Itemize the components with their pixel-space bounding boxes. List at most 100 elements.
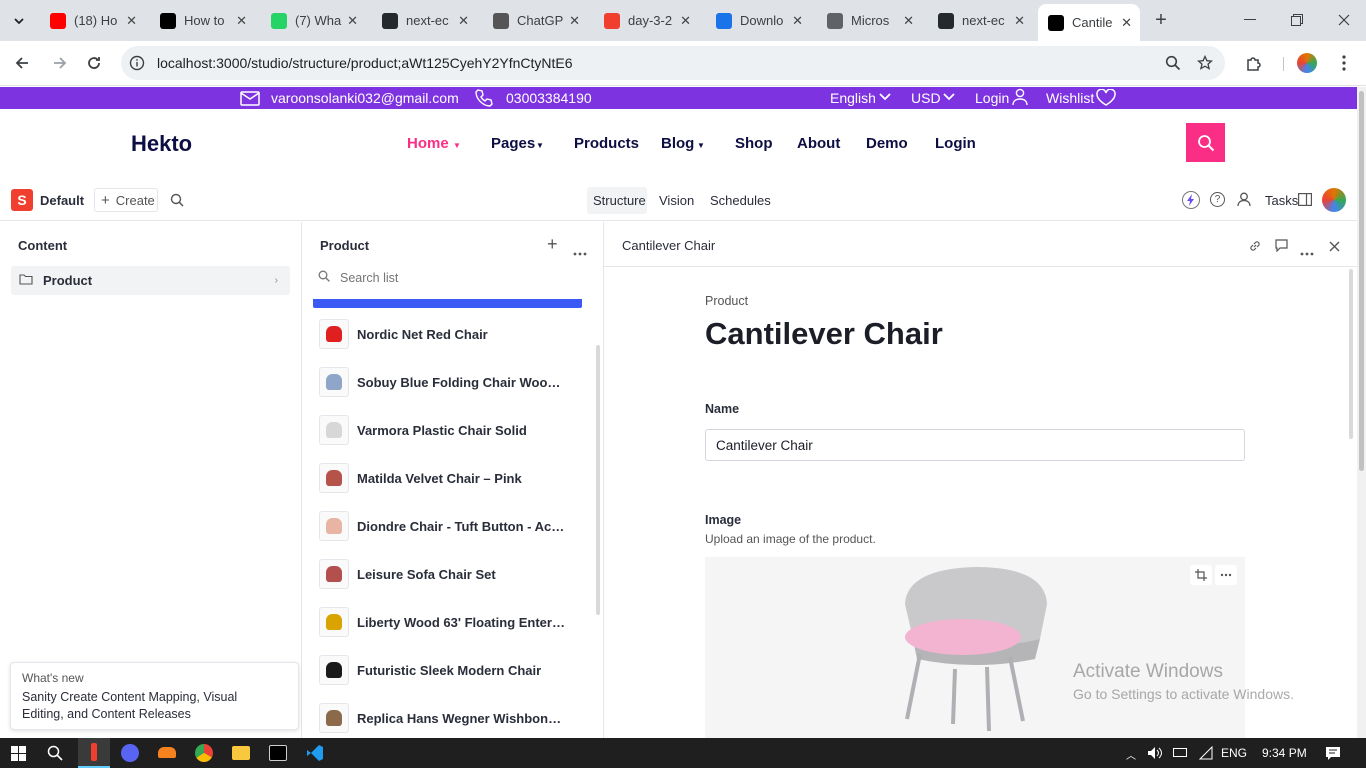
tasks-button[interactable]: Tasks bbox=[1265, 193, 1298, 208]
site-search-button[interactable] bbox=[1186, 123, 1225, 162]
chevron-down-icon[interactable] bbox=[879, 90, 891, 106]
nav-blog[interactable]: Blog bbox=[661, 135, 694, 152]
page-scrollbar-thumb[interactable] bbox=[1359, 91, 1364, 471]
list-item[interactable]: Replica Hans Wegner Wishbone Chair bbox=[319, 698, 581, 738]
browser-tab[interactable]: Micros ✕ bbox=[817, 6, 922, 35]
heart-icon[interactable] bbox=[1095, 88, 1117, 110]
list-search-input[interactable] bbox=[340, 271, 560, 285]
browser-tab[interactable]: Downlo ✕ bbox=[706, 6, 811, 35]
list-item[interactable]: Nordic Net Red Chair bbox=[319, 314, 581, 354]
nav-pages[interactable]: Pages bbox=[491, 135, 535, 152]
crop-button[interactable] bbox=[1190, 565, 1212, 585]
nav-shop[interactable]: Shop bbox=[735, 135, 773, 152]
close-icon[interactable] bbox=[1329, 239, 1340, 257]
sanity-logo-icon[interactable]: S bbox=[11, 189, 33, 211]
profile-avatar[interactable] bbox=[1297, 53, 1317, 73]
kebab-menu-icon[interactable] bbox=[1300, 243, 1314, 261]
terminal-icon[interactable] bbox=[269, 745, 287, 761]
list-search-field[interactable] bbox=[313, 266, 583, 290]
taskbar-app-sanity[interactable] bbox=[78, 738, 110, 768]
user-avatar[interactable] bbox=[1322, 188, 1346, 212]
panel-icon[interactable] bbox=[1298, 193, 1313, 209]
list-item[interactable]: Sobuy Blue Folding Chair Wooden P... bbox=[319, 362, 581, 402]
nav-demo[interactable]: Demo bbox=[866, 135, 908, 152]
extensions-button[interactable] bbox=[1244, 53, 1264, 73]
battery-icon[interactable] bbox=[1173, 748, 1187, 757]
nav-products[interactable]: Products bbox=[574, 135, 639, 152]
close-tab-icon[interactable]: ✕ bbox=[792, 13, 803, 29]
list-item[interactable]: Varmora Plastic Chair Solid bbox=[319, 410, 581, 450]
zoom-icon[interactable] bbox=[1165, 55, 1181, 71]
lightning-icon[interactable] bbox=[1182, 191, 1200, 209]
discord-icon[interactable] bbox=[121, 744, 139, 762]
nav-home[interactable]: Home bbox=[407, 135, 449, 152]
contact-email[interactable]: varoonsolanki032@gmail.com bbox=[271, 90, 459, 106]
chevron-down-icon[interactable] bbox=[943, 90, 955, 106]
currency-select[interactable]: USD bbox=[911, 90, 941, 106]
restore-button[interactable] bbox=[1287, 10, 1307, 30]
close-tab-icon[interactable]: ✕ bbox=[1121, 15, 1132, 31]
site-logo[interactable]: Hekto bbox=[131, 131, 192, 157]
info-icon[interactable] bbox=[129, 55, 145, 71]
browser-menu-button[interactable] bbox=[1334, 53, 1354, 73]
create-button[interactable]: + Create bbox=[94, 188, 158, 212]
workspace-name[interactable]: Default bbox=[40, 193, 84, 208]
tab-vision[interactable]: Vision bbox=[659, 193, 694, 208]
star-icon[interactable] bbox=[1197, 55, 1213, 71]
list-item[interactable]: Liberty Wood 63' Floating Entertain... bbox=[319, 602, 581, 642]
language-indicator[interactable]: ENG bbox=[1221, 746, 1247, 760]
image-menu-button[interactable] bbox=[1215, 565, 1237, 585]
chevron-up-icon[interactable]: ︿ bbox=[1126, 747, 1136, 762]
file-explorer-icon[interactable] bbox=[232, 746, 250, 760]
browser-tab[interactable]: Cantile ✕ bbox=[1038, 4, 1140, 41]
page-scrollbar[interactable] bbox=[1357, 87, 1366, 738]
address-bar[interactable]: localhost:3000/studio/structure/product;… bbox=[121, 46, 1225, 80]
tab-structure[interactable]: Structure bbox=[593, 193, 646, 208]
doc-scrollbar[interactable] bbox=[1349, 269, 1353, 439]
close-tab-icon[interactable]: ✕ bbox=[1014, 13, 1025, 29]
top-login-link[interactable]: Login bbox=[975, 90, 1009, 106]
presence-icon[interactable] bbox=[1236, 191, 1252, 210]
image-preview[interactable] bbox=[705, 557, 1245, 738]
browser-tab[interactable]: next-ec ✕ bbox=[928, 6, 1033, 35]
comment-icon[interactable] bbox=[1275, 239, 1288, 257]
cloudflare-icon[interactable] bbox=[158, 747, 176, 758]
close-tab-icon[interactable]: ✕ bbox=[680, 13, 691, 29]
list-item[interactable]: Leisure Sofa Chair Set bbox=[319, 554, 581, 594]
browser-tab[interactable]: How to ✕ bbox=[150, 6, 255, 35]
user-icon[interactable] bbox=[1012, 88, 1028, 109]
link-icon[interactable] bbox=[1249, 239, 1261, 257]
clock[interactable]: 9:34 PM bbox=[1262, 746, 1307, 760]
close-tab-icon[interactable]: ✕ bbox=[347, 13, 358, 29]
browser-tab[interactable]: next-ec ✕ bbox=[372, 6, 477, 35]
forward-button[interactable] bbox=[50, 53, 70, 73]
close-window-button[interactable] bbox=[1334, 10, 1354, 30]
selected-item-highlight[interactable] bbox=[313, 299, 582, 308]
browser-tab[interactable]: day-3-2 ✕ bbox=[594, 6, 699, 35]
help-icon[interactable]: ? bbox=[1210, 192, 1225, 207]
reload-button[interactable] bbox=[84, 53, 104, 73]
wifi-icon[interactable] bbox=[1198, 745, 1214, 763]
close-tab-icon[interactable]: ✕ bbox=[903, 13, 914, 29]
search-icon[interactable] bbox=[170, 193, 184, 210]
notification-icon[interactable] bbox=[1325, 746, 1341, 763]
vscode-icon[interactable] bbox=[306, 744, 324, 765]
close-tab-icon[interactable]: ✕ bbox=[569, 13, 580, 29]
browser-tab[interactable]: (18) Ho ✕ bbox=[40, 6, 145, 35]
tab-schedules[interactable]: Schedules bbox=[710, 193, 771, 208]
taskbar-search-icon[interactable] bbox=[47, 745, 63, 764]
whats-new-card[interactable]: What's new Sanity Create Content Mapping… bbox=[10, 662, 299, 730]
browser-tab[interactable]: ChatGP ✕ bbox=[483, 6, 588, 35]
plus-icon[interactable]: + bbox=[547, 234, 558, 255]
close-tab-icon[interactable]: ✕ bbox=[126, 13, 137, 29]
tab-search-button[interactable] bbox=[8, 10, 30, 32]
wishlist-link[interactable]: Wishlist bbox=[1046, 90, 1094, 106]
browser-tab[interactable]: (7) Wha ✕ bbox=[261, 6, 366, 35]
windows-start-icon[interactable] bbox=[11, 746, 26, 764]
close-tab-icon[interactable]: ✕ bbox=[458, 13, 469, 29]
minimize-button[interactable] bbox=[1240, 10, 1260, 30]
language-select[interactable]: English bbox=[830, 90, 876, 106]
nav-login[interactable]: Login bbox=[935, 135, 976, 152]
content-item-product[interactable]: Product › bbox=[11, 266, 290, 295]
contact-phone[interactable]: 03003384190 bbox=[506, 90, 592, 106]
